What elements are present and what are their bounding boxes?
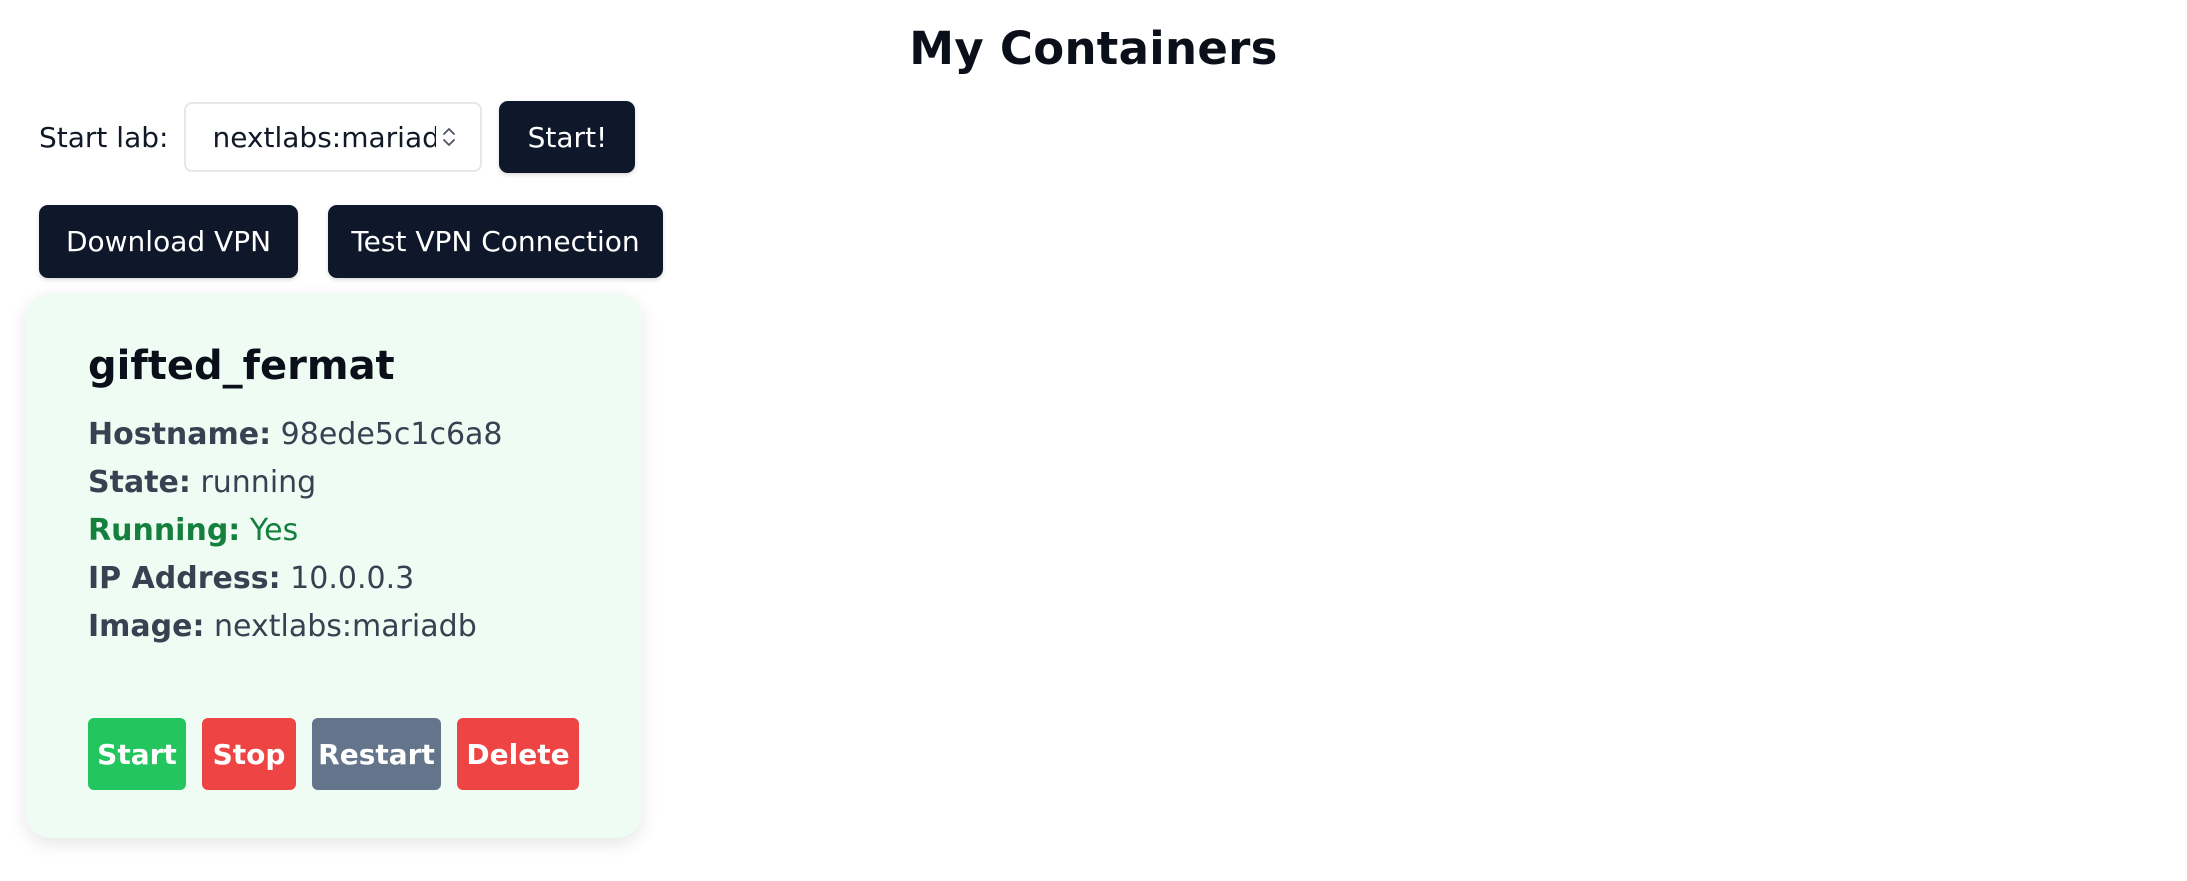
page-title: My Containers (909, 22, 1278, 75)
state-label: State: (88, 465, 191, 500)
lab-select[interactable]: nextlabs:mariadb (184, 102, 483, 172)
test-vpn-connection-button[interactable]: Test VPN Connection (328, 205, 663, 278)
download-vpn-button[interactable]: Download VPN (39, 205, 298, 278)
ip-address-field: IP Address: 10.0.0.3 (88, 555, 642, 603)
container-stop-button[interactable]: Stop (202, 718, 296, 790)
start-lab-row: Start lab: nextlabs:mariadb Start! (39, 101, 636, 173)
container-restart-button[interactable]: Restart (312, 718, 441, 790)
image-field: Image: nextlabs:mariadb (88, 603, 642, 651)
container-actions: Start Stop Restart Delete (88, 718, 595, 790)
ip-address-value: 10.0.0.3 (290, 561, 415, 596)
state-value: running (200, 465, 317, 500)
image-value: nextlabs:mariadb (214, 609, 477, 644)
lab-select-value: nextlabs:mariadb (212, 120, 437, 154)
container-delete-button[interactable]: Delete (457, 718, 579, 790)
image-label: Image: (88, 609, 205, 644)
container-start-button[interactable]: Start (88, 718, 186, 790)
hostname-value: 98ede5c1c6a8 (280, 417, 503, 452)
vpn-actions: Download VPN Test VPN Connection (39, 205, 663, 278)
ip-address-label: IP Address: (88, 561, 281, 596)
start-lab-label: Start lab: (39, 120, 169, 154)
container-card: gifted_fermat Hostname: 98ede5c1c6a8 Sta… (25, 293, 642, 838)
start-lab-button[interactable]: Start! (499, 101, 636, 173)
chevron-up-down-icon (442, 126, 456, 148)
running-field: Running: Yes (88, 507, 642, 555)
hostname-field: Hostname: 98ede5c1c6a8 (88, 411, 642, 459)
state-field: State: running (88, 459, 642, 507)
running-value: Yes (249, 513, 299, 548)
running-label: Running: (88, 513, 241, 548)
hostname-label: Hostname: (88, 417, 272, 452)
container-name: gifted_fermat (88, 343, 395, 389)
